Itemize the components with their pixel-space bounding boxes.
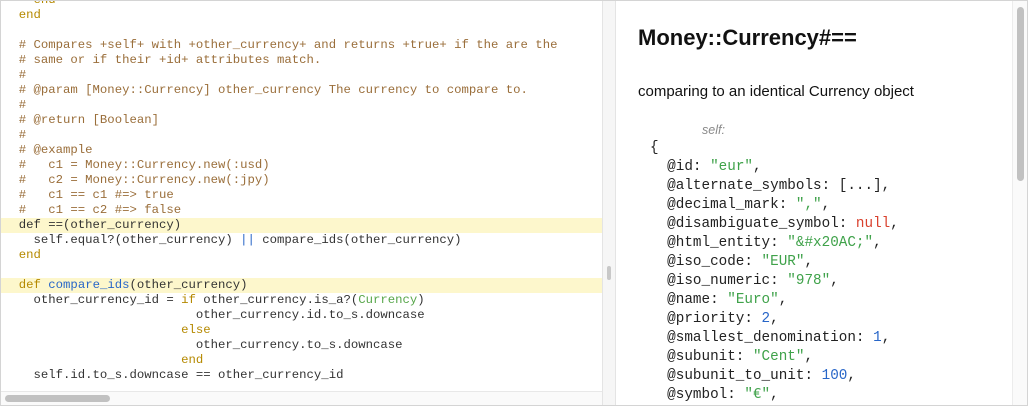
object-attribute-row: @symbol: "€",	[667, 387, 779, 403]
attribute-value: "Euro"	[727, 292, 779, 308]
code-line[interactable]: # c2 = Money::Currency.new(:jpy)	[1, 173, 602, 188]
vertical-scrollbar-thumb[interactable]	[1017, 7, 1024, 181]
attribute-key: @alternate_symbols:	[667, 178, 839, 194]
object-attribute-row: @disambiguate_symbol: null,	[667, 216, 899, 232]
attribute-value: [...]	[838, 178, 882, 194]
code-line[interactable]: # c1 == c2 #=> false	[1, 203, 602, 218]
object-attribute-row: @subunit: "Cent",	[667, 349, 814, 365]
pane-splitter[interactable]	[602, 1, 616, 405]
attribute-key: @id:	[667, 159, 711, 175]
attribute-key: @decimal_mark:	[667, 197, 796, 213]
attribute-key: @disambiguate_symbol:	[667, 216, 856, 232]
horizontal-scrollbar-thumb[interactable]	[5, 395, 110, 402]
attribute-value: "€"	[744, 387, 771, 403]
code-line[interactable]: end	[1, 353, 602, 368]
object-attribute-row: @name: "Euro",	[667, 292, 788, 308]
attribute-value: null	[855, 216, 891, 232]
object-attribute-row: @decimal_mark: ",",	[667, 197, 831, 213]
code-editor-pane[interactable]: end end # Compares +self+ with +other_cu…	[1, 1, 602, 405]
object-attributes: @id: "eur", @alternate_symbols: [...], @…	[650, 158, 899, 405]
code-line[interactable]: end	[1, 248, 602, 263]
attribute-key: @iso_code:	[667, 254, 762, 270]
code-line[interactable]: end	[1, 8, 602, 23]
object-attribute-row: @iso_code: "EUR",	[667, 254, 814, 270]
attribute-value: "Cent"	[752, 349, 805, 365]
code-line[interactable]: self.equal?(other_currency) || compare_i…	[1, 233, 602, 248]
code-line[interactable]: # @return [Boolean]	[1, 113, 602, 128]
object-attribute-row: @priority: 2,	[667, 311, 779, 327]
code-line[interactable]: #	[1, 98, 602, 113]
object-attribute-row: @subunit_to_unit: 100,	[667, 368, 856, 384]
vertical-scrollbar[interactable]	[1012, 1, 1027, 405]
attribute-key: @smallest_denomination:	[667, 330, 874, 346]
code-line[interactable]: #	[1, 68, 602, 83]
code-line[interactable]	[1, 263, 602, 278]
attribute-key: @symbol:	[667, 387, 745, 403]
code-line[interactable]: # same or if their +id+ attributes match…	[1, 53, 602, 68]
code-line[interactable]: def ==(other_currency)	[1, 218, 602, 233]
attribute-key: @iso_numeric:	[667, 273, 788, 289]
object-open-brace: {	[650, 140, 659, 156]
code-line[interactable]: # Compares +self+ with +other_currency+ …	[1, 38, 602, 53]
attribute-key: @html_entity:	[667, 235, 788, 251]
code-line[interactable]: #	[1, 128, 602, 143]
code-line[interactable]: # c1 = Money::Currency.new(:usd)	[1, 158, 602, 173]
object-attribute-row: @iso_numeric: "978",	[667, 273, 839, 289]
code-lines[interactable]: end end # Compares +self+ with +other_cu…	[1, 1, 602, 383]
attribute-key: @subunit:	[667, 349, 753, 365]
code-line[interactable]: other_currency.to_s.downcase	[1, 338, 602, 353]
code-line[interactable]: other_currency_id = if other_currency.is…	[1, 293, 602, 308]
app-window: end end # Compares +self+ with +other_cu…	[0, 0, 1028, 406]
attribute-value: 1	[873, 330, 882, 346]
attribute-value: ","	[795, 197, 822, 213]
code-line[interactable]: end	[1, 1, 602, 8]
attribute-key: @priority:	[667, 311, 762, 327]
object-attribute-row: @alternate_symbols: [...],	[667, 178, 891, 194]
code-line[interactable]: self.id.to_s.downcase == other_currency_…	[1, 368, 602, 383]
documentation-pane: Money::Currency#== comparing to an ident…	[616, 1, 1012, 405]
attribute-value: "EUR"	[761, 254, 805, 270]
code-line[interactable]: def compare_ids(other_currency)	[1, 278, 602, 293]
code-line[interactable]	[1, 23, 602, 38]
code-line[interactable]: # @param [Money::Currency] other_currenc…	[1, 83, 602, 98]
self-label: self:	[702, 123, 725, 137]
attribute-value: 2	[761, 311, 771, 327]
attribute-value: "978"	[787, 273, 831, 289]
doc-title: Money::Currency#==	[638, 25, 857, 50]
object-inspector: { @id: "eur", @alternate_symbols: [...],…	[650, 139, 899, 405]
attribute-key: @subunit_to_unit:	[667, 368, 822, 384]
horizontal-scrollbar[interactable]	[1, 391, 602, 405]
code-line[interactable]: other_currency.id.to_s.downcase	[1, 308, 602, 323]
attribute-value: "&#x20AC;"	[787, 235, 874, 251]
object-attribute-row: @id: "eur",	[667, 159, 762, 175]
doc-description: comparing to an identical Currency objec…	[638, 83, 914, 100]
code-line[interactable]: else	[1, 323, 602, 338]
attribute-value: "eur"	[710, 159, 753, 175]
attribute-key: @name:	[667, 292, 728, 308]
code-line[interactable]: # @example	[1, 143, 602, 158]
splitter-grip-icon[interactable]	[607, 266, 611, 280]
attribute-value: 100	[821, 368, 848, 384]
object-attribute-row: @smallest_denomination: 1,	[667, 330, 891, 346]
object-attribute-row: @html_entity: "&#x20AC;",	[667, 235, 882, 251]
code-line[interactable]: # c1 == c1 #=> true	[1, 188, 602, 203]
